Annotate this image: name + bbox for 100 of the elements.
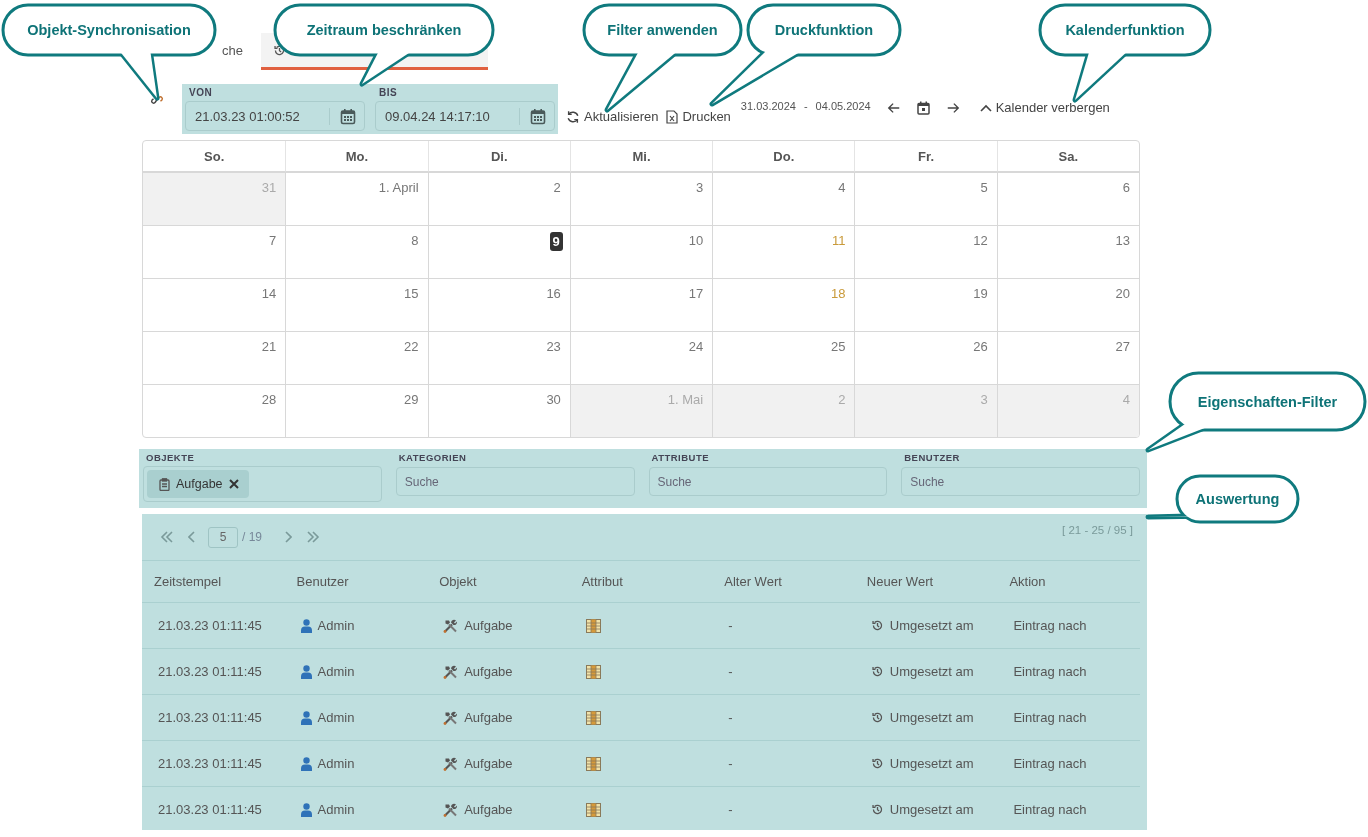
table-cell-text: 21.03.23 01:11:45 <box>157 756 263 771</box>
column-header: Alter Wert <box>723 574 783 589</box>
table-cell: Admin <box>284 802 428 817</box>
day-cell[interactable]: 30 <box>427 384 570 437</box>
arrow-right-icon[interactable] <box>945 101 960 115</box>
table-cell-text: Eintrag nach <box>1012 710 1088 725</box>
range-separator: - <box>803 100 808 112</box>
range-start: 31.03.2024 <box>740 100 796 112</box>
day-number: 2 <box>837 391 847 408</box>
history-icon <box>870 665 884 678</box>
table-cell-text: 21.03.23 01:11:45 <box>157 710 263 725</box>
print-button[interactable]: Drucken <box>666 109 731 124</box>
day-cell[interactable]: 9 <box>427 225 570 278</box>
day-number: 2 <box>552 179 562 196</box>
clipboard-icon <box>159 477 170 491</box>
day-number: 4 <box>1121 391 1131 408</box>
day-cell[interactable]: 19 <box>854 278 997 331</box>
day-cell[interactable]: 29 <box>285 384 428 437</box>
callout-tooltip-label: Druckfunktion <box>774 22 874 38</box>
day-cell[interactable]: 16 <box>427 278 570 331</box>
day-cell[interactable]: 20 <box>996 278 1139 331</box>
table-icon <box>585 664 601 679</box>
search-field[interactable]: Suche <box>648 467 888 496</box>
day-cell[interactable]: 8 <box>285 225 428 278</box>
calendar-icon[interactable] <box>329 107 356 125</box>
calendar-day-icon[interactable] <box>916 101 930 115</box>
table-cell-text: Eintrag nach <box>1012 618 1088 633</box>
table-cell: Admin <box>284 664 428 679</box>
day-cell[interactable]: 13 <box>996 225 1139 278</box>
day-number: 3 <box>694 179 705 196</box>
date-field[interactable]: 09.04.24 14:17:10 <box>375 101 555 131</box>
callout-tooltip-label: Auswertung <box>1195 491 1280 507</box>
table-cell: Admin <box>284 710 428 725</box>
day-number: 21 <box>260 338 278 355</box>
toggle-calendar-button[interactable]: Kalender verbergen <box>979 100 1110 115</box>
table-icon <box>585 618 601 633</box>
day-cell[interactable]: 15 <box>285 278 428 331</box>
day-number: 23 <box>545 338 562 355</box>
tab[interactable]: che <box>210 33 255 70</box>
day-number: 13 <box>1114 232 1131 249</box>
day-cell[interactable]: 18 <box>712 278 855 331</box>
table-cell-text: - <box>727 618 734 633</box>
day-cell[interactable]: 7 <box>143 225 286 278</box>
day-number: 28 <box>260 391 278 408</box>
day-cell[interactable]: 11 <box>712 225 855 278</box>
day-number: 5 <box>979 179 989 196</box>
day-cell[interactable]: 3 <box>569 172 713 225</box>
column-header: Aktion <box>1008 574 1047 589</box>
table-cell-text: 21.03.23 01:11:45 <box>157 802 263 817</box>
day-cell[interactable]: 10 <box>569 225 713 278</box>
day-cell[interactable]: 1. April <box>285 172 428 225</box>
table-cell-text: - <box>727 756 734 771</box>
day-cell[interactable]: 6 <box>996 172 1139 225</box>
history-icon <box>870 757 884 770</box>
day-cell[interactable]: 23 <box>427 331 570 384</box>
table-icon <box>585 756 601 771</box>
search-field[interactable]: Suche <box>395 467 635 496</box>
tools-icon <box>443 664 459 679</box>
day-number: 3 <box>979 391 989 408</box>
day-cell[interactable]: 12 <box>854 225 997 278</box>
callout-tooltip-label: Eigenschaften-Filter <box>1197 393 1338 410</box>
day-cell[interactable]: 14 <box>143 278 286 331</box>
calendar-icon[interactable] <box>519 107 546 125</box>
day-number: 29 <box>403 391 420 408</box>
user-icon <box>300 664 312 679</box>
day-cell[interactable]: 2 <box>427 172 570 225</box>
day-cell[interactable]: 22 <box>285 331 428 384</box>
table-cell: Umgesetzt am <box>854 802 998 817</box>
day-cell[interactable]: 4 <box>712 172 855 225</box>
history-icon <box>870 619 884 632</box>
table-cell-text: 21.03.23 01:11:45 <box>157 618 263 633</box>
day-cell[interactable]: 5 <box>854 172 997 225</box>
day-cell[interactable]: 17 <box>569 278 713 331</box>
day-number: 22 <box>403 338 420 355</box>
day-cell[interactable]: 21 <box>143 331 286 384</box>
refresh-icon <box>566 109 580 124</box>
table-cell: Aufgabe <box>427 710 570 725</box>
search-field[interactable]: Suche <box>901 467 1140 496</box>
page-field[interactable]: 5 <box>208 526 238 548</box>
tools-icon <box>443 756 459 771</box>
callout-tooltip-label: Filter anwenden <box>607 22 718 38</box>
field-label: VON <box>188 87 214 100</box>
user-icon <box>300 710 312 725</box>
table-cell-text: Eintrag nach <box>1012 802 1088 817</box>
day-number: 12 <box>972 232 989 249</box>
date-field[interactable]: 21.03.23 01:00:52 <box>185 101 365 131</box>
day-number: 20 <box>1114 285 1131 302</box>
history-icon <box>870 803 884 816</box>
tools-icon <box>443 802 459 817</box>
day-number: 11 <box>830 232 847 249</box>
day-cell[interactable]: 28 <box>143 384 286 437</box>
arrow-left-icon[interactable] <box>886 101 901 115</box>
filter-label: OBJEKTE <box>145 452 196 465</box>
column-header: Zeitstempel <box>153 574 223 589</box>
range-end: 04.05.2024 <box>815 100 871 112</box>
table-cell: Umgesetzt am <box>854 618 998 633</box>
filter-tag[interactable]: Aufgabe <box>147 470 249 498</box>
remove-icon[interactable] <box>228 479 239 489</box>
callout-tooltip-label: Objekt-Synchronisation <box>27 22 191 38</box>
tag-field[interactable]: Aufgabe <box>143 466 382 502</box>
